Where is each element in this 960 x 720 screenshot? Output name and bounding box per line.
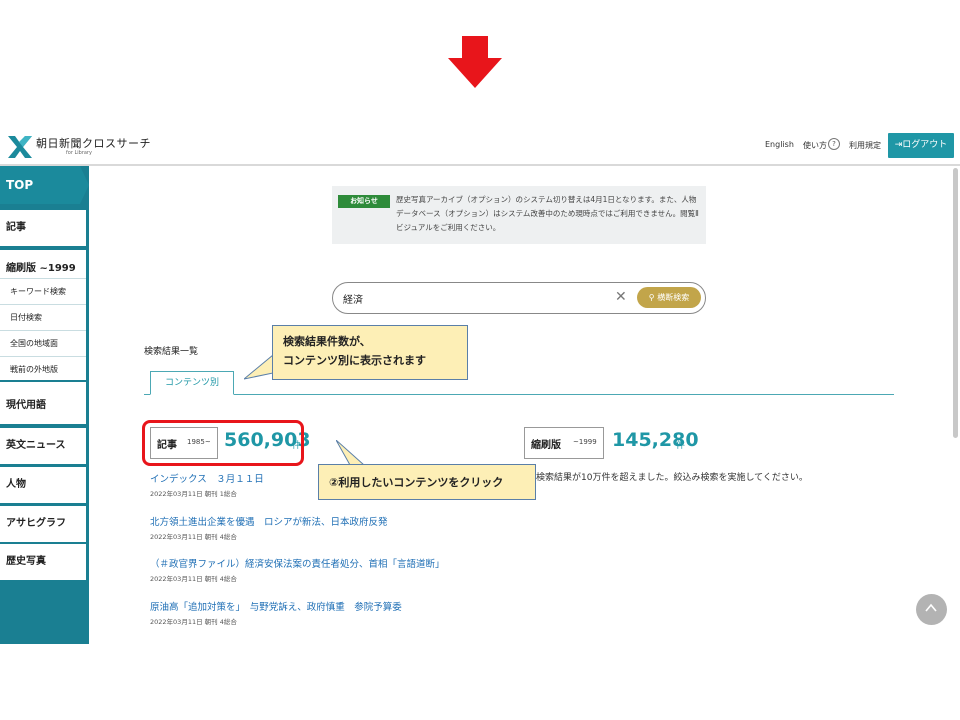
tab-by-content[interactable]: コンテンツ別 (150, 371, 234, 395)
sidebar-item-label: 縮刷版 ~1999 (6, 263, 76, 274)
sidebar-top-pointer (80, 166, 89, 204)
callout-click-content: ②利用したいコンテンツをクリック (318, 464, 536, 500)
notice-text: 歴史写真アーカイブ（オプション）のシステム切り替えは4月1日となります。また、人… (396, 195, 699, 232)
search-icon: ⚲ (648, 293, 655, 302)
callout-results-info: 検索結果件数が、 コンテンツ別に表示されます (272, 325, 468, 380)
search-input[interactable]: 経済 ✕ ⚲ 横断検索 (332, 282, 706, 314)
sidebar-sub-regional[interactable]: 全国の地域面 (0, 330, 86, 356)
logout-button[interactable]: ⇥ログアウト (888, 133, 954, 158)
terms-link[interactable]: 利用規定 (849, 140, 881, 151)
tab-divider (144, 394, 894, 395)
callout-text: ②利用したいコンテンツをクリック (329, 476, 504, 489)
article-meta: 2022年03月11日 朝刊 4総合 (150, 618, 237, 626)
callout-pointer (336, 440, 366, 466)
sidebar-item-articles[interactable]: 記事 (0, 210, 86, 248)
scrollbar[interactable] (953, 168, 958, 438)
shukusatsu-label: 縮刷版 (531, 440, 561, 451)
article-meta: 2022年03月11日 朝刊 1総合 (150, 490, 237, 498)
brand-subtitle: for Library (66, 150, 92, 156)
search-value: 経済 (343, 295, 363, 306)
notice-badge: お知らせ (338, 195, 390, 208)
shukusatsu-count[interactable]: 145,280 (612, 429, 699, 451)
english-link[interactable]: English (765, 140, 794, 149)
article-meta: 2022年03月11日 朝刊 4総合 (150, 533, 237, 541)
help-icon[interactable]: ? (828, 138, 840, 150)
sidebar-sub-date[interactable]: 日付検索 (0, 304, 86, 330)
notice-panel: お知らせ 歴史写真アーカイブ（オプション）のシステム切り替えは4月1日となります… (332, 186, 706, 244)
search-button-label: 横断検索 (657, 293, 690, 302)
callout-line: コンテンツ別に表示されます (283, 354, 426, 367)
logout-label: ログアウト (902, 140, 948, 150)
sidebar-item-top[interactable]: TOP (0, 166, 80, 204)
results-title: 検索結果一覧 (144, 347, 199, 357)
shukusatsu-message: 検索結果が10万件を超えました。絞込み検索を実施してください。 (536, 473, 808, 483)
sidebar-sub-keyword[interactable]: キーワード検索 (0, 278, 86, 304)
callout-text: 検索結果件数が、 コンテンツ別に表示されます (283, 332, 426, 370)
brand-logo-icon (8, 136, 32, 158)
article-title[interactable]: 原油高「追加対策を」 与野党訴え、政府慎重 参院予算委 (150, 599, 402, 613)
sidebar-item-people[interactable]: 人物 (0, 467, 86, 505)
sidebar-item-asahigraph[interactable]: アサヒグラフ (0, 506, 86, 544)
sidebar-item-english-news[interactable]: 英文ニュース (0, 428, 86, 466)
shukusatsu-count-link[interactable]: 縮刷版 ~1999 (524, 427, 604, 459)
app-header: 朝日新聞クロスサーチ for Library English 使い方 ? 利用規… (0, 128, 960, 166)
sidebar: TOP 記事 縮刷版 ~1999 キーワード検索 日付検索 全国の地域面 戦前の… (0, 166, 89, 644)
chevron-up-icon (925, 603, 937, 612)
scroll-to-top-button[interactable] (916, 594, 947, 625)
shukusatsu-range: ~1999 (573, 438, 597, 446)
shukusatsu-count-unit: 件 (676, 441, 686, 451)
callout-line: 検索結果件数が、 (283, 335, 371, 348)
screenshot-frame: 朝日新聞クロスサーチ for Library English 使い方 ? 利用規… (0, 128, 960, 644)
usage-link[interactable]: 使い方 (803, 140, 827, 151)
article-title[interactable]: 北方領土進出企業を優遇 ロシアが新法、日本政府反発 (150, 514, 388, 528)
article-title[interactable]: （＃政官界ファイル）経済安保法案の責任者処分、首相「言語道断」 (150, 556, 445, 570)
article-meta: 2022年03月11日 朝刊 4総合 (150, 575, 237, 583)
article-title[interactable]: インデックス ３月１１日 (150, 471, 264, 485)
clear-icon[interactable]: ✕ (615, 289, 627, 305)
brand-name: 朝日新聞クロスサーチ (36, 137, 151, 150)
sidebar-sub-prewar[interactable]: 戦前の外地版 (0, 356, 86, 382)
sidebar-item-history-photos[interactable]: 歴史写真 (0, 544, 86, 582)
sidebar-item-modern-terms[interactable]: 現代用語 (0, 388, 86, 426)
highlight-box (142, 420, 304, 466)
cross-search-button[interactable]: ⚲ 横断検索 (637, 287, 701, 308)
down-arrow-icon (448, 36, 502, 88)
